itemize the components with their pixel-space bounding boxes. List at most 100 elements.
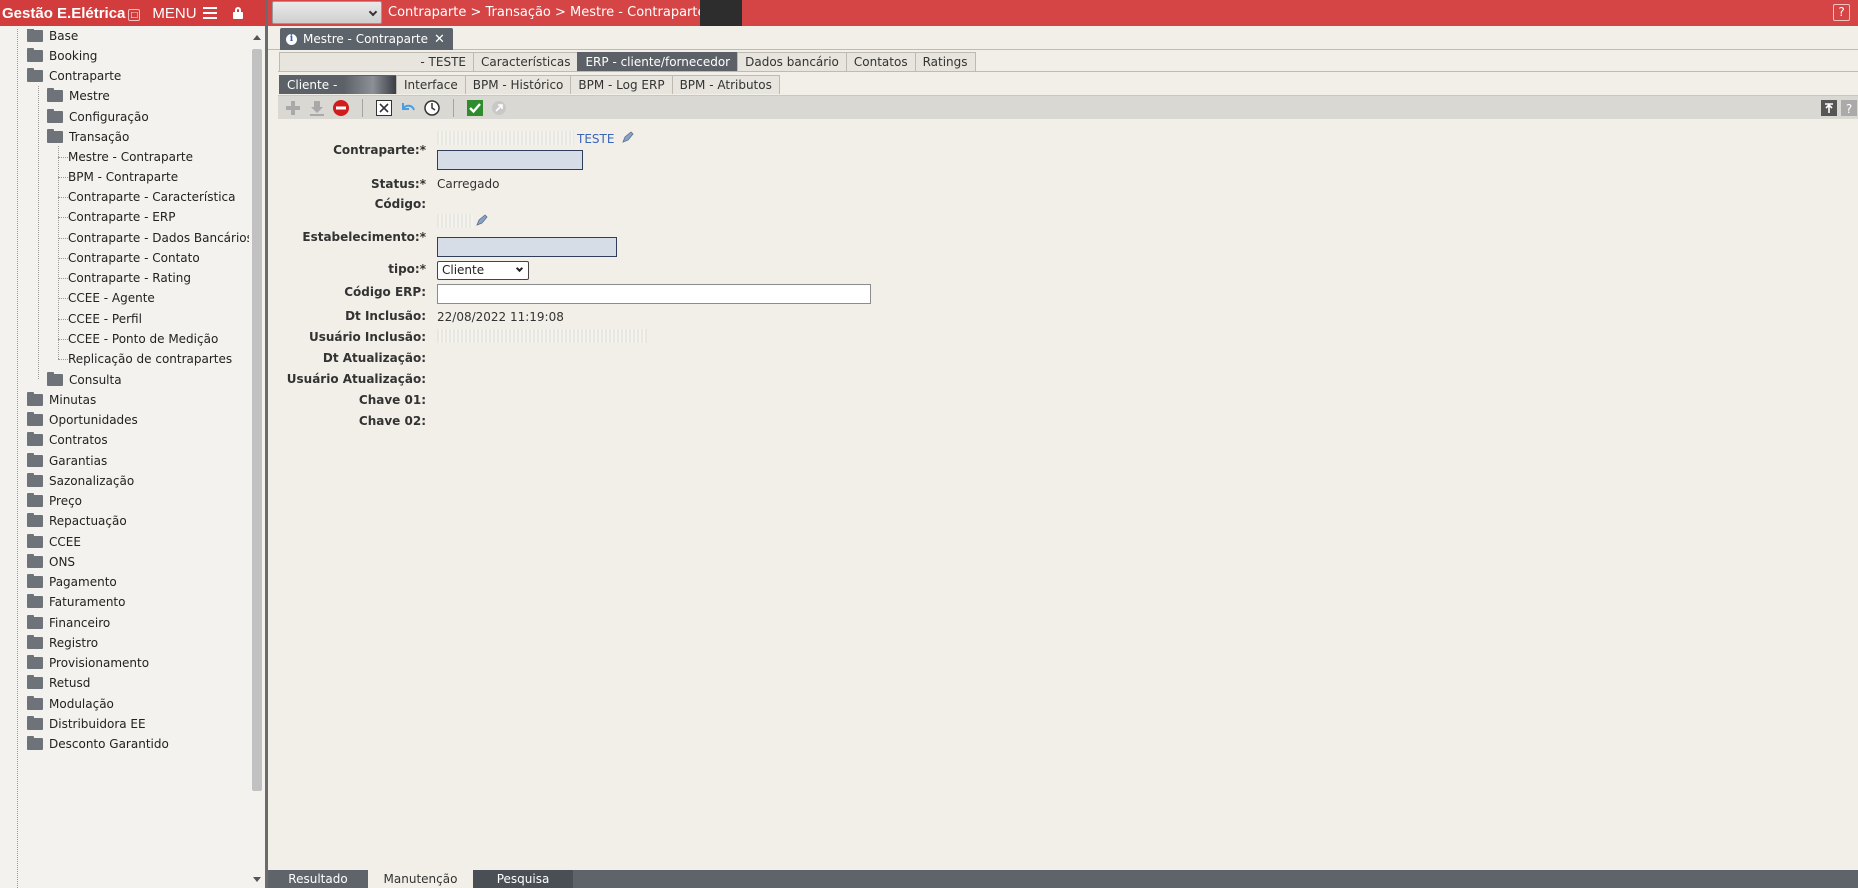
pin-icon[interactable] bbox=[1820, 99, 1838, 117]
chave02-label: Chave 02: bbox=[358, 414, 426, 428]
clear-icon[interactable] bbox=[375, 99, 393, 117]
add-icon[interactable] bbox=[284, 99, 302, 117]
sidebar-item-contraparte-rating[interactable]: Contraparte - Rating bbox=[68, 268, 191, 288]
sidebar-item-ccee-agente[interactable]: CCEE - Agente bbox=[68, 288, 155, 308]
folder-icon bbox=[27, 412, 43, 426]
history-icon[interactable] bbox=[423, 99, 441, 117]
sidebar-item-contratos[interactable]: Contratos bbox=[27, 430, 108, 450]
delete-icon[interactable] bbox=[332, 99, 350, 117]
sidebar-item-garantias[interactable]: Garantias bbox=[27, 451, 107, 471]
sidebar-item-booking[interactable]: Booking bbox=[27, 46, 97, 66]
folder-icon bbox=[27, 48, 43, 62]
menu-button[interactable]: MENU bbox=[152, 5, 217, 22]
codigo-value-redacted bbox=[437, 214, 473, 228]
sidebar-item-financeiro[interactable]: Financeiro bbox=[27, 613, 110, 633]
bottom-tabbar: Resultado Manutenção Pesquisa bbox=[268, 870, 1858, 888]
sidebar-item-pagamento[interactable]: Pagamento bbox=[27, 572, 117, 592]
dt-atualizacao-label: Dt Atualização: bbox=[322, 351, 426, 365]
sidebar-item-contraparte-erp[interactable]: Contraparte - ERP bbox=[68, 207, 175, 227]
sidebar-item-ccee-ponto-medicao[interactable]: CCEE - Ponto de Medição bbox=[68, 329, 218, 349]
download-icon[interactable] bbox=[308, 99, 326, 117]
sidebar-item-ccee-perfil[interactable]: CCEE - Perfil bbox=[68, 309, 142, 329]
scroll-up-icon[interactable] bbox=[253, 35, 261, 40]
subtab-cliente[interactable]: Cliente - bbox=[279, 75, 397, 94]
subtab-teste[interactable]: - TESTE bbox=[279, 52, 474, 71]
collapse-toggle-icon[interactable]: □ bbox=[128, 9, 141, 21]
codigo-label: Código: bbox=[374, 197, 426, 211]
sidebar-item-mestre-contraparte[interactable]: Mestre - Contraparte bbox=[68, 147, 193, 167]
tipo-select[interactable]: Cliente bbox=[437, 261, 529, 280]
sidebar-item-ons[interactable]: ONS bbox=[27, 552, 75, 572]
sidebar-item-desconto-garantido[interactable]: Desconto Garantido bbox=[27, 734, 169, 754]
sidebar-item-registro[interactable]: Registro bbox=[27, 633, 98, 653]
sidebar-item-contraparte[interactable]: Contraparte bbox=[27, 66, 121, 86]
tab-resultado[interactable]: Resultado bbox=[268, 870, 368, 888]
folder-icon bbox=[27, 716, 43, 730]
subtab-caracteristicas[interactable]: Características bbox=[473, 52, 579, 71]
subtab-bpm-atributos[interactable]: BPM - Atributos bbox=[671, 75, 780, 94]
subtab-ratings[interactable]: Ratings bbox=[914, 52, 976, 71]
sidebar-item-transacao[interactable]: Transação bbox=[47, 127, 129, 147]
subtab-bpm-historico[interactable]: BPM - Histórico bbox=[464, 75, 572, 94]
undo-icon[interactable] bbox=[399, 99, 417, 117]
edit-pencil-icon[interactable] bbox=[475, 213, 489, 227]
edit-pencil-icon[interactable] bbox=[621, 130, 635, 144]
confirm-icon[interactable] bbox=[466, 99, 484, 117]
sidebar-item-provisionamento[interactable]: Provisionamento bbox=[27, 653, 149, 673]
sidebar-item-mestre[interactable]: Mestre bbox=[47, 86, 110, 106]
tab-pesquisa[interactable]: Pesquisa bbox=[473, 870, 573, 888]
scroll-thumb[interactable] bbox=[252, 49, 262, 791]
divider bbox=[278, 71, 1858, 72]
folder-icon bbox=[27, 473, 43, 487]
sidebar-item-modulacao[interactable]: Modulação bbox=[27, 694, 114, 714]
help-icon[interactable]: ? bbox=[1840, 99, 1858, 117]
tab-mestre-contraparte[interactable]: i Mestre - Contraparte ✕ bbox=[280, 28, 453, 50]
sidebar-item-label: Mestre bbox=[69, 89, 110, 103]
sidebar-item-retusd[interactable]: Retusd bbox=[27, 673, 90, 693]
close-icon[interactable]: ✕ bbox=[434, 32, 445, 47]
subtab-dados-bancario[interactable]: Dados bancário bbox=[737, 52, 847, 71]
sidebar-item-label: Contraparte - Contato bbox=[68, 251, 200, 265]
sidebar-item-label: Faturamento bbox=[49, 595, 126, 609]
lock-icon[interactable] bbox=[232, 7, 243, 19]
contraparte-input[interactable] bbox=[437, 150, 583, 170]
subtab-erp[interactable]: ERP - cliente/fornecedor bbox=[577, 52, 739, 71]
sidebar-item-repactuacao[interactable]: Repactuação bbox=[27, 511, 127, 531]
folder-icon bbox=[27, 635, 43, 649]
sidebar-item-contraparte-contato[interactable]: Contraparte - Contato bbox=[68, 248, 200, 268]
sidebar-item-minutas[interactable]: Minutas bbox=[27, 390, 96, 410]
sidebar-item-label: Base bbox=[49, 29, 79, 43]
sidebar-item-label: Contraparte - Rating bbox=[68, 271, 191, 285]
subtab-interface[interactable]: Interface bbox=[396, 75, 466, 94]
estabelecimento-input[interactable] bbox=[437, 237, 617, 257]
sidebar-item-label: Contraparte - Característica bbox=[68, 190, 236, 204]
folder-icon bbox=[27, 513, 43, 527]
sidebar-item-label: Contraparte - ERP bbox=[68, 210, 176, 224]
help-icon[interactable]: ? bbox=[1833, 4, 1850, 21]
sidebar-item-consulta[interactable]: Consulta bbox=[47, 370, 122, 390]
codigo-erp-input[interactable] bbox=[437, 284, 871, 304]
sidebar-item-sazonalizacao[interactable]: Sazonalização bbox=[27, 471, 134, 491]
sidebar-scrollbar[interactable] bbox=[249, 29, 265, 888]
sidebar-item-replicacao-contrapartes[interactable]: Replicação de contrapartes bbox=[68, 349, 232, 369]
sidebar-item-oportunidades[interactable]: Oportunidades bbox=[27, 410, 138, 430]
contraparte-name-link[interactable]: TESTE bbox=[577, 132, 614, 146]
subtab-bpm-log-erp[interactable]: BPM - Log ERP bbox=[570, 75, 673, 94]
scroll-down-icon[interactable] bbox=[253, 877, 261, 882]
sidebar-item-label: CCEE - Perfil bbox=[68, 312, 142, 326]
sidebar-item-label: CCEE - Ponto de Medição bbox=[68, 332, 219, 346]
tab-manutencao[interactable]: Manutenção bbox=[368, 870, 473, 888]
module-select[interactable] bbox=[272, 1, 382, 24]
sidebar-item-base[interactable]: Base bbox=[27, 29, 78, 46]
sidebar-item-distribuidora-ee[interactable]: Distribuidora EE bbox=[27, 714, 146, 734]
sidebar-item-configuracao[interactable]: Configuração bbox=[47, 107, 149, 127]
sidebar-item-preco[interactable]: Preço bbox=[27, 491, 82, 511]
sidebar-item-faturamento[interactable]: Faturamento bbox=[27, 592, 125, 612]
export-icon[interactable] bbox=[490, 99, 508, 117]
subtab-contatos[interactable]: Contatos bbox=[845, 52, 916, 71]
sidebar-item-contraparte-dados-bancarios[interactable]: Contraparte - Dados Bancários bbox=[68, 228, 252, 248]
sidebar-item-bpm-contraparte[interactable]: BPM - Contraparte bbox=[68, 167, 178, 187]
sidebar-item-ccee[interactable]: CCEE bbox=[27, 532, 81, 552]
folder-icon bbox=[27, 736, 43, 750]
sidebar-item-contraparte-caracteristica[interactable]: Contraparte - Característica bbox=[68, 187, 235, 207]
